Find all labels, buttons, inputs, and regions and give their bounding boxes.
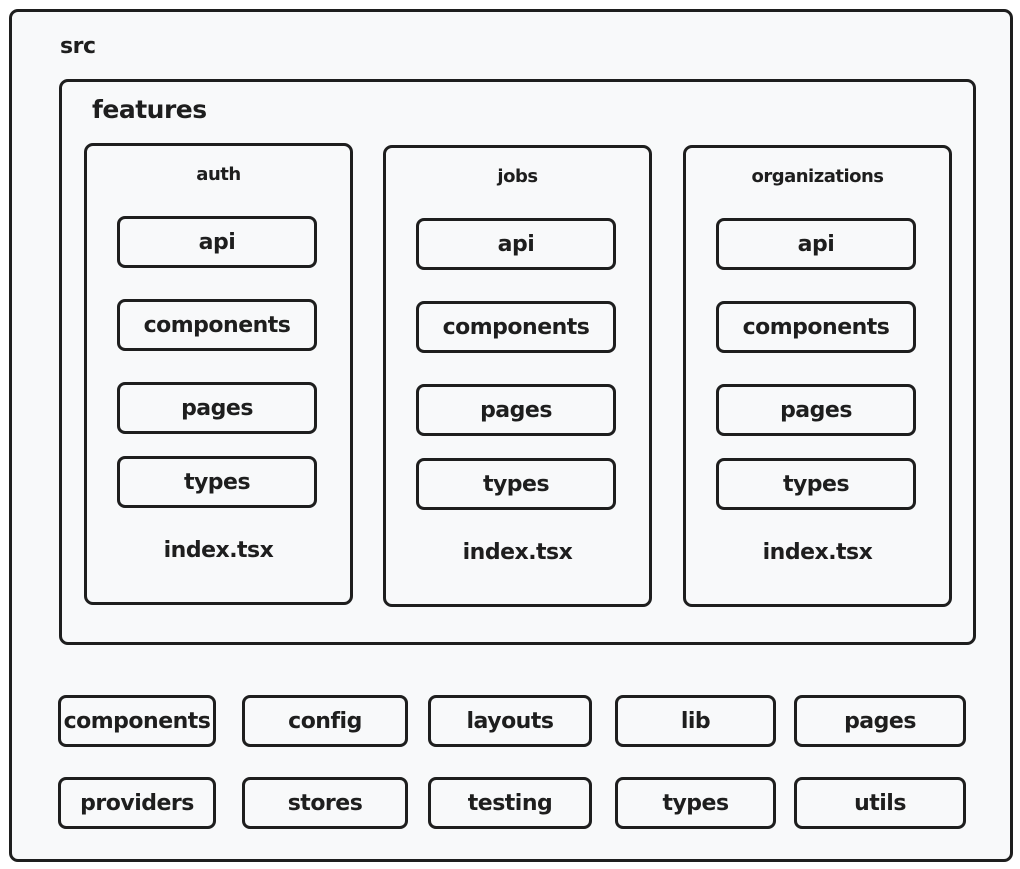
subfolder-pages: pages: [117, 382, 317, 434]
root-folder-config: config: [242, 695, 408, 747]
index-file: index.tsx: [163, 538, 274, 563]
subfolder-api: api: [416, 218, 616, 270]
index-file: index.tsx: [462, 540, 573, 565]
subfolder-api: api: [117, 216, 317, 268]
subfolder-pages: pages: [416, 384, 616, 436]
subfolder-types: types: [716, 458, 916, 510]
src-folder-label: src: [60, 34, 96, 59]
subfolder-components: components: [716, 301, 916, 353]
feature-jobs: jobs api components pages types index.ts…: [383, 145, 652, 607]
subfolder-components: components: [416, 301, 616, 353]
feature-auth: auth api components pages types index.ts…: [84, 143, 353, 605]
subfolder-types: types: [416, 458, 616, 510]
subfolder-types: types: [117, 456, 317, 508]
root-folder-utils: utils: [794, 777, 966, 829]
root-folder-lib: lib: [615, 695, 776, 747]
root-folder-layouts: layouts: [428, 695, 592, 747]
feature-title: auth: [196, 164, 241, 185]
feature-title: organizations: [751, 166, 884, 187]
root-folder-components: components: [58, 695, 216, 747]
root-folder-stores: stores: [242, 777, 408, 829]
root-folder-types: types: [615, 777, 776, 829]
features-folder-label: features: [92, 95, 207, 124]
root-folder-providers: providers: [58, 777, 216, 829]
subfolder-api: api: [716, 218, 916, 270]
feature-title: jobs: [497, 166, 538, 187]
root-folder-pages: pages: [794, 695, 966, 747]
index-file: index.tsx: [762, 540, 873, 565]
root-folder-testing: testing: [428, 777, 592, 829]
subfolder-pages: pages: [716, 384, 916, 436]
feature-organizations: organizations api components pages types…: [683, 145, 952, 607]
subfolder-components: components: [117, 299, 317, 351]
